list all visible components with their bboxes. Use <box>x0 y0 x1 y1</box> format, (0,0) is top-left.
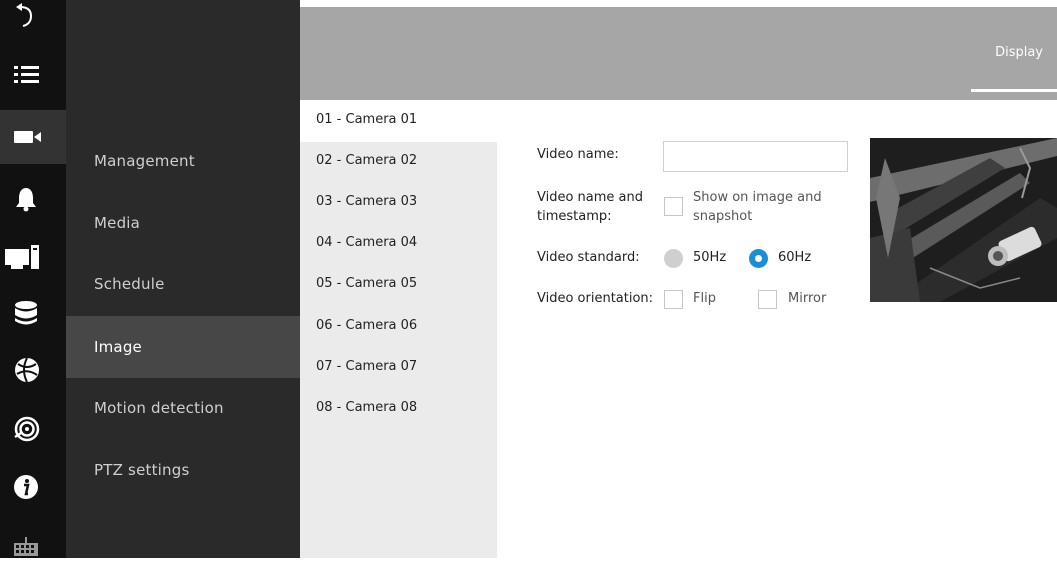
header-bar: Display <box>300 7 1057 100</box>
list-icon <box>14 66 39 83</box>
menu-item-media[interactable]: Media <box>66 192 300 254</box>
keyboard-button[interactable] <box>0 520 66 574</box>
fingerprint-button[interactable] <box>0 402 66 456</box>
menu-item-image[interactable]: Image <box>66 316 300 378</box>
menu-item-label: Image <box>94 338 142 356</box>
radio-60hz-label: 60Hz <box>778 250 812 265</box>
list-button[interactable] <box>0 48 66 102</box>
back-button[interactable] <box>0 0 66 40</box>
radio-50hz[interactable] <box>664 249 683 268</box>
info-button[interactable] <box>0 460 66 514</box>
menu-item-label: Management <box>94 152 195 170</box>
menu-item-ptz-settings[interactable]: PTZ settings <box>66 439 300 501</box>
mirror-checkbox[interactable] <box>758 290 777 309</box>
video-name-label: Video name: <box>537 147 619 162</box>
storage-button[interactable] <box>0 286 66 340</box>
menu-item-schedule[interactable]: Schedule <box>66 253 300 315</box>
icon-sidebar <box>0 0 66 558</box>
camera-item[interactable]: 01 - Camera 01 <box>316 112 417 127</box>
flip-checkbox[interactable] <box>664 290 683 309</box>
keyboard-icon <box>14 537 38 556</box>
database-icon <box>15 301 37 325</box>
tab-display[interactable]: Display <box>995 45 1043 60</box>
camera-item[interactable]: 05 - Camera 05 <box>316 276 417 291</box>
computer-button[interactable] <box>0 230 66 284</box>
camera-item[interactable]: 02 - Camera 02 <box>316 153 417 168</box>
video-standard-label: Video standard: <box>537 250 640 265</box>
camera-button[interactable] <box>0 110 66 164</box>
show-on-image-label: snapshot <box>693 209 753 224</box>
settings-menu: Management Media Schedule Image Motion d… <box>66 0 300 558</box>
menu-item-label: Schedule <box>94 275 165 293</box>
camera-preview-image <box>870 138 1057 302</box>
fingerprint-icon <box>14 416 40 442</box>
camera-item[interactable]: 07 - Camera 07 <box>316 359 417 374</box>
camera-item[interactable]: 06 - Camera 06 <box>316 318 417 333</box>
bell-icon <box>16 188 36 212</box>
menu-item-management[interactable]: Management <box>66 130 300 192</box>
menu-item-label: Motion detection <box>94 399 224 417</box>
video-name-field[interactable] <box>663 141 848 172</box>
timestamp-label: timestamp: <box>537 209 612 224</box>
camera-item[interactable]: 08 - Camera 08 <box>316 400 417 415</box>
menu-item-label: PTZ settings <box>94 461 190 479</box>
menu-item-motion-detection[interactable]: Motion detection <box>66 377 300 439</box>
menu-item-label: Media <box>94 214 141 232</box>
tab-active-indicator <box>971 89 1057 92</box>
globe-icon <box>15 357 39 383</box>
show-on-image-checkbox[interactable] <box>664 197 683 216</box>
radio-50hz-label: 50Hz <box>693 250 727 265</box>
camera-icon <box>14 131 41 143</box>
show-on-image-label: Show on image and <box>693 190 822 205</box>
back-icon <box>16 3 33 27</box>
camera-item[interactable]: 04 - Camera 04 <box>316 235 417 250</box>
computer-icon <box>5 245 39 269</box>
flip-label: Flip <box>693 291 716 306</box>
network-button[interactable] <box>0 343 66 397</box>
video-orientation-label: Video orientation: <box>537 291 654 306</box>
camera-item[interactable]: 03 - Camera 03 <box>316 194 417 209</box>
info-icon <box>14 475 38 499</box>
timestamp-label: Video name and <box>537 190 644 205</box>
radio-60hz[interactable] <box>749 249 768 268</box>
mirror-label: Mirror <box>788 291 827 306</box>
alarm-button[interactable] <box>0 172 66 226</box>
